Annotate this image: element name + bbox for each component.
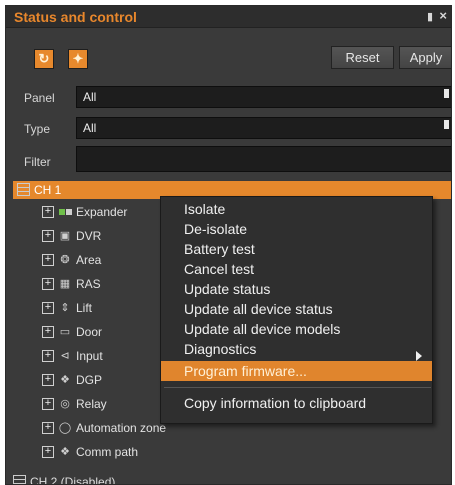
tree-node-label: DGP: [76, 373, 103, 387]
expander-icon: [57, 205, 73, 219]
tree-node-lift[interactable]: + ⇕ Lift: [42, 299, 92, 317]
tree-node-relay[interactable]: + ◎ Relay: [42, 395, 107, 413]
expand-icon[interactable]: +: [42, 398, 54, 410]
panel-select[interactable]: All: [76, 86, 451, 108]
close-icon[interactable]: ×: [439, 8, 447, 23]
menu-item-isolate[interactable]: Isolate: [161, 199, 432, 219]
menu-item-update-all-device-status[interactable]: Update all device status: [161, 299, 432, 319]
type-select[interactable]: All: [76, 117, 451, 139]
menu-separator: [164, 387, 431, 388]
type-select-value: All: [83, 121, 97, 135]
tree-node-label: Door: [76, 325, 103, 339]
tree-node-ch2-label: CH 2 (Disabled): [30, 475, 116, 485]
tree-node-area[interactable]: + ❂ Area: [42, 251, 101, 269]
menu-item-cancel-test[interactable]: Cancel test: [161, 259, 432, 279]
apply-button[interactable]: Apply: [399, 46, 451, 69]
menu-item-program-firmware[interactable]: Program firmware...: [161, 361, 432, 381]
tree-node-label: DVR: [76, 229, 102, 243]
tree-node-label: Expander: [76, 205, 128, 219]
wand-button[interactable]: ✦: [68, 49, 88, 69]
menu-item-diagnostics[interactable]: Diagnostics: [161, 339, 432, 359]
context-menu: Isolate De-isolate Battery test Cancel t…: [160, 196, 433, 424]
expand-icon[interactable]: +: [42, 326, 54, 338]
dgp-icon: ❖: [60, 374, 70, 386]
tree-node-ch1-label: CH 1: [34, 183, 62, 197]
channel-icon: [13, 475, 26, 484]
channel-icon: [17, 183, 30, 196]
dropdown-arrow-icon: [444, 89, 449, 98]
dropdown-arrow-icon: [444, 120, 449, 129]
filter-input[interactable]: [76, 146, 451, 172]
expand-icon[interactable]: +: [42, 254, 54, 266]
submenu-arrow-icon: [416, 351, 422, 361]
menu-item-update-status[interactable]: Update status: [161, 279, 432, 299]
menu-item-battery-test[interactable]: Battery test: [161, 239, 432, 259]
ras-icon: ▦: [59, 278, 71, 290]
pin-icon[interactable]: ▮: [427, 10, 433, 23]
lift-icon: ⇕: [60, 302, 70, 314]
menu-item-update-all-device-models[interactable]: Update all device models: [161, 319, 432, 339]
expand-icon[interactable]: +: [42, 302, 54, 314]
expand-icon[interactable]: +: [42, 446, 54, 458]
type-label: Type: [24, 122, 51, 136]
expand-icon[interactable]: +: [42, 422, 54, 434]
filter-label: Filter: [24, 155, 51, 169]
tree-node-dvr[interactable]: + ▣ DVR: [42, 227, 101, 245]
tree-node-ras[interactable]: + ▦ RAS: [42, 275, 101, 293]
tree-node-label: Lift: [76, 301, 93, 315]
tree-node-dgp[interactable]: + ❖ DGP: [42, 371, 102, 389]
menu-item-copy-to-clipboard[interactable]: Copy information to clipboard: [161, 393, 432, 413]
expand-icon[interactable]: +: [42, 230, 54, 242]
menu-item-de-isolate[interactable]: De-isolate: [161, 219, 432, 239]
comm-path-icon: ❖: [60, 446, 70, 458]
title-bar: Status and control ▮ ×: [6, 6, 451, 28]
expand-icon[interactable]: +: [42, 206, 54, 218]
automation-zone-icon: ◯: [58, 422, 72, 434]
door-icon: ▭: [59, 326, 71, 338]
relay-icon: ◎: [60, 398, 70, 410]
wand-icon: ✦: [72, 51, 84, 66]
tree-node-input[interactable]: + ⊲ Input: [42, 347, 103, 365]
status-and-control-panel: Status and control ▮ × ↻ ✦ Reset Apply P…: [5, 5, 452, 485]
tree-node-label: Relay: [76, 397, 107, 411]
area-icon: ❂: [60, 254, 70, 266]
tree-node-comm-path[interactable]: + ❖ Comm path: [42, 443, 138, 461]
dvr-icon: ▣: [59, 230, 71, 242]
panel-label: Panel: [24, 91, 55, 105]
tree-node-ch2[interactable]: CH 2 (Disabled): [13, 473, 116, 485]
expand-icon[interactable]: +: [42, 374, 54, 386]
tree-node-door[interactable]: + ▭ Door: [42, 323, 102, 341]
tree-node-automation-zone[interactable]: + ◯ Automation zone: [42, 419, 166, 437]
panel-title: Status and control: [14, 9, 137, 25]
panel-select-value: All: [83, 90, 97, 104]
tree-node-label: Area: [76, 253, 102, 267]
refresh-button[interactable]: ↻: [34, 49, 54, 69]
tree-node-label: RAS: [76, 277, 101, 291]
tree-node-label: Automation zone: [76, 421, 167, 435]
expand-icon[interactable]: +: [42, 278, 54, 290]
expand-icon[interactable]: +: [42, 350, 54, 362]
tree-node-expander[interactable]: + Expander: [42, 203, 127, 221]
tree-node-label: Input: [76, 349, 103, 363]
reset-button[interactable]: Reset: [331, 46, 394, 69]
input-icon: ⊲: [60, 350, 70, 362]
tree-node-label: Comm path: [76, 445, 139, 459]
refresh-icon: ↻: [38, 51, 50, 66]
